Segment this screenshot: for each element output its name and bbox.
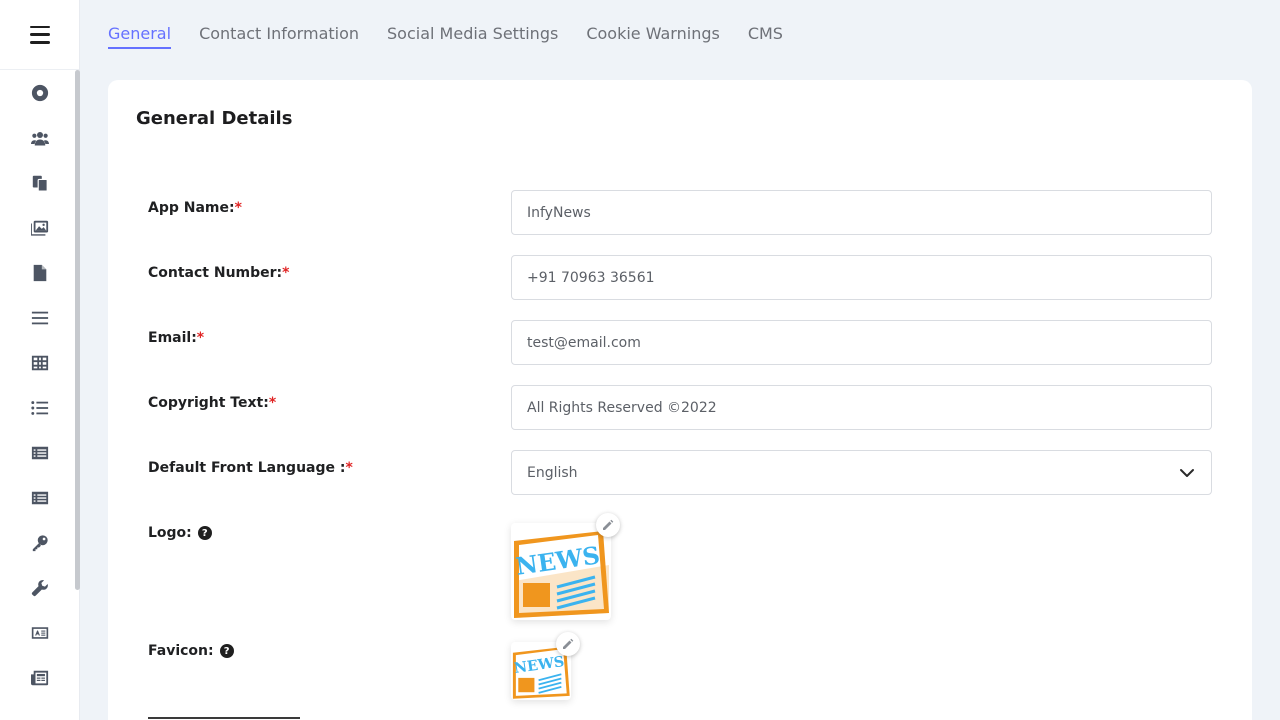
- hamburger-menu-icon[interactable]: [29, 25, 50, 44]
- images-icon[interactable]: [26, 214, 54, 242]
- copyright-label-text: Copyright Text:: [148, 395, 269, 411]
- edit-logo-button[interactable]: [596, 513, 620, 537]
- newspaper-icon[interactable]: [26, 664, 54, 692]
- copy-icon[interactable]: [26, 169, 54, 197]
- email-label: Email:*: [148, 330, 204, 346]
- help-icon[interactable]: ?: [197, 526, 212, 540]
- list-icon[interactable]: [26, 394, 54, 422]
- required-marker: *: [282, 265, 290, 281]
- news-logo-image: NEWS: [514, 531, 609, 618]
- dashboard-icon[interactable]: [26, 79, 54, 107]
- tab-general[interactable]: General: [108, 24, 172, 49]
- pencil-icon: [563, 638, 574, 649]
- table-icon[interactable]: [26, 349, 54, 377]
- general-details-card: General Details App Name:* InfyNews Cont…: [108, 80, 1252, 720]
- contact-number-label-text: Contact Number:: [148, 265, 283, 281]
- app-name-input[interactable]: InfyNews: [511, 190, 1212, 235]
- next-field-edge: [148, 717, 300, 719]
- card-title: General Details: [136, 108, 293, 129]
- required-marker: *: [345, 460, 353, 476]
- copyright-input[interactable]: All Rights Reserved ©2022: [511, 385, 1212, 430]
- contact-number-input[interactable]: +91 70963 36561: [511, 255, 1212, 300]
- required-marker: *: [196, 330, 205, 346]
- favicon-preview: NEWS: [511, 632, 580, 700]
- language-select-value: English: [527, 464, 578, 481]
- tab-cms[interactable]: CMS: [748, 24, 783, 49]
- logo-label: Logo:?: [148, 525, 212, 541]
- language-select[interactable]: English: [511, 450, 1212, 495]
- edit-favicon-button[interactable]: [556, 632, 580, 656]
- app-name-label: App Name:*: [148, 200, 242, 216]
- copyright-label: Copyright Text:*: [148, 395, 276, 411]
- contact-number-label: Contact Number:*: [148, 265, 289, 281]
- email-input[interactable]: test@email.com: [511, 320, 1212, 365]
- language-label: Default Front Language :*: [148, 460, 353, 476]
- logo-preview: NEWS: [511, 513, 620, 620]
- app-name-label-text: App Name:: [148, 200, 235, 216]
- required-marker: *: [234, 200, 242, 216]
- sidebar-header: [0, 0, 79, 70]
- list-alt-icon[interactable]: [26, 439, 54, 467]
- sidebar-scrollbar[interactable]: [75, 70, 80, 590]
- wrench-icon[interactable]: [26, 574, 54, 602]
- chevron-down-icon: [1180, 468, 1194, 477]
- favicon-label: Favicon:?: [148, 643, 234, 659]
- help-icon[interactable]: ?: [219, 644, 234, 658]
- email-label-text: Email:: [148, 330, 197, 346]
- list-alt-icon-2[interactable]: [26, 484, 54, 512]
- tab-cookie-warnings[interactable]: Cookie Warnings: [586, 24, 720, 49]
- file-icon[interactable]: [26, 259, 54, 287]
- menu-icon[interactable]: [26, 304, 54, 332]
- favicon-label-text: Favicon:: [148, 643, 214, 659]
- id-card-icon[interactable]: [26, 619, 54, 647]
- language-label-text: Default Front Language :: [148, 460, 346, 476]
- sidebar: [0, 0, 80, 720]
- required-marker: *: [268, 395, 277, 411]
- users-icon[interactable]: [26, 124, 54, 152]
- pencil-icon: [603, 519, 614, 530]
- tab-contact-information[interactable]: Contact Information: [199, 24, 359, 49]
- tab-social-media-settings[interactable]: Social Media Settings: [387, 24, 558, 49]
- key-icon[interactable]: [26, 529, 54, 557]
- settings-tabs: General Contact Information Social Media…: [108, 24, 783, 49]
- logo-label-text: Logo:: [148, 525, 192, 541]
